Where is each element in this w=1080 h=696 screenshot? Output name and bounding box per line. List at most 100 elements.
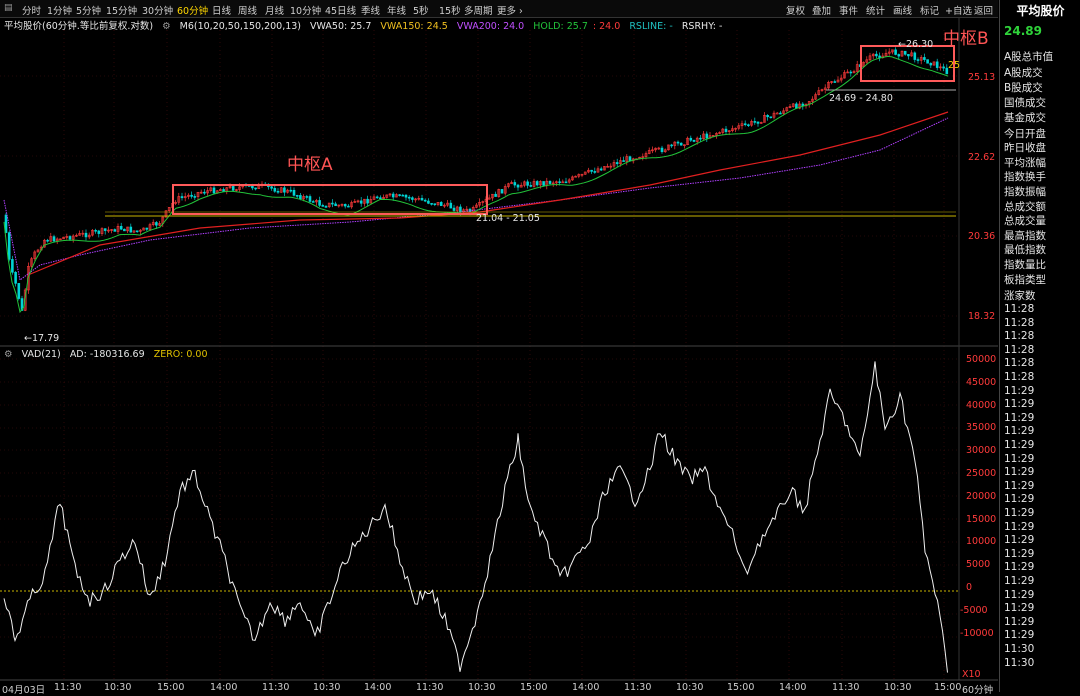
timeframe-tab[interactable]: 10分钟 xyxy=(290,3,321,17)
sidebar-item[interactable]: 国债成交 xyxy=(1004,95,1046,110)
sidebar-item[interactable]: 指数换手 xyxy=(1004,169,1046,184)
timeframe-tab[interactable]: 5分钟 xyxy=(76,3,101,17)
candle-body xyxy=(366,198,369,204)
toolbar-button[interactable]: 复权 xyxy=(786,3,805,17)
time-axis-label: 14:00 xyxy=(572,682,600,693)
timeframe-tab[interactable]: 周线 xyxy=(238,3,257,17)
tick-time: 11:29 xyxy=(1004,384,1035,397)
sidebar-item[interactable]: B股成交 xyxy=(1004,80,1043,95)
tick-time: 11:29 xyxy=(1004,411,1035,424)
timeframe-tab[interactable]: 5秒 xyxy=(413,3,429,17)
sidebar: 平均股价 24.89 A股总市值 A股成交 B股成交 国债成交 基金成交 今日开盘 昨日收盘… xyxy=(999,0,1080,692)
candle-body xyxy=(190,194,193,197)
zoom-label[interactable]: X10 xyxy=(962,669,981,680)
candle-body xyxy=(404,194,408,198)
candle-body xyxy=(299,195,302,200)
toolbar-button[interactable]: 画线 xyxy=(893,3,912,17)
timeframe-tab[interactable]: 15秒 xyxy=(439,3,461,17)
toolbar-button[interactable]: 标记 xyxy=(920,3,939,17)
vwa150-value: VWA150: 24.5 xyxy=(380,21,448,32)
candle-body xyxy=(97,230,101,234)
vad-axis-label: 15000 xyxy=(966,513,997,525)
grid-icon[interactable]: ▤ xyxy=(4,3,13,13)
candle-body xyxy=(599,168,603,171)
candle-body xyxy=(321,205,325,207)
sidebar-item[interactable]: 最高指数 xyxy=(1004,228,1046,243)
candle-body xyxy=(17,283,21,299)
candle-body xyxy=(689,137,693,141)
sidebar-item[interactable]: 昨日收盘 xyxy=(1004,140,1046,155)
candle-body xyxy=(849,71,853,74)
timeframe-tab[interactable]: 60分钟 xyxy=(177,3,208,17)
candle-body xyxy=(292,189,296,196)
sidebar-item[interactable]: 今日开盘 xyxy=(1004,126,1046,141)
candle-body xyxy=(84,232,88,238)
sidebar-item[interactable]: 指数振幅 xyxy=(1004,184,1046,199)
gear-icon[interactable]: ⚙ xyxy=(4,349,13,360)
chart-canvas[interactable] xyxy=(0,0,1080,692)
tick-time: 11:28 xyxy=(1004,357,1035,370)
timeframe-tab[interactable]: 45日线 xyxy=(325,3,356,17)
candle-body xyxy=(331,202,334,205)
sidebar-item[interactable]: 基金成交 xyxy=(1004,110,1046,125)
timeframe-tab[interactable]: 年线 xyxy=(387,3,406,17)
timeframe-tab[interactable]: 季线 xyxy=(361,3,380,17)
candle-body xyxy=(193,196,197,198)
candle-body xyxy=(926,59,929,64)
hold-value: HOLD: 25.7 xyxy=(533,21,588,32)
candle-body xyxy=(542,181,545,186)
candle-body xyxy=(295,195,299,197)
candle-body xyxy=(907,54,910,57)
candle-body xyxy=(459,206,462,213)
sidebar-item[interactable]: 平均涨幅 xyxy=(1004,155,1046,170)
price-label: 18.32 xyxy=(968,311,996,322)
candle-body xyxy=(430,203,433,205)
timeframe-tab[interactable]: 月线 xyxy=(265,3,284,17)
timeframe-tab[interactable]: 多周期 xyxy=(464,3,493,17)
timeframe-tab[interactable]: 1分钟 xyxy=(47,3,72,17)
sidebar-item[interactable]: A股总市值 xyxy=(1004,49,1053,64)
gear-icon[interactable]: ⚙ xyxy=(162,21,171,32)
rsrhy-value: RSRHY: - xyxy=(681,21,723,32)
sidebar-item[interactable]: 涨家数 xyxy=(1004,288,1036,303)
time-axis-label: 11:30 xyxy=(262,682,290,693)
timeframe-tab[interactable]: 日线 xyxy=(212,3,231,17)
sidebar-item[interactable]: 总成交量 xyxy=(1004,213,1046,228)
timeframe-tab[interactable]: 30分钟 xyxy=(142,3,173,17)
sidebar-item[interactable]: 板指类型 xyxy=(1004,272,1046,287)
price-label: 22.62 xyxy=(968,152,996,163)
toolbar-button[interactable]: 统计 xyxy=(866,3,885,17)
candle-body xyxy=(343,204,347,207)
tick-time: 11:29 xyxy=(1004,398,1035,411)
sidebar-item[interactable]: A股成交 xyxy=(1004,65,1043,80)
candle-body xyxy=(452,207,456,211)
time-axis-label: 15:00 xyxy=(727,682,755,693)
candle-body xyxy=(7,232,11,260)
toolbar-button[interactable]: 叠加 xyxy=(812,3,831,17)
vad-axis-label: 45000 xyxy=(966,376,997,388)
sidebar-item[interactable]: 最低指数 xyxy=(1004,242,1046,257)
candle-body xyxy=(420,197,424,201)
candle-body xyxy=(615,162,619,165)
candle-body xyxy=(692,139,696,142)
tick-time: 11:29 xyxy=(1004,479,1035,492)
timeframe-tab[interactable]: 15分钟 xyxy=(106,3,137,17)
candle-body xyxy=(423,199,427,202)
tick-time: 11:29 xyxy=(1004,493,1035,506)
candle-body xyxy=(68,236,72,240)
toolbar-button[interactable]: 返回 xyxy=(974,3,993,17)
timeframe-tab[interactable]: 分时 xyxy=(22,3,41,17)
timeframe-tab[interactable]: 更多 › xyxy=(497,3,523,17)
toolbar-button[interactable]: 事件 xyxy=(839,3,858,17)
tick-time: 11:29 xyxy=(1004,507,1035,519)
sidebar-item[interactable]: 指数量比 xyxy=(1004,257,1046,272)
toolbar-button[interactable]: +自选 xyxy=(945,3,972,17)
candle-body xyxy=(155,222,158,226)
candle-body xyxy=(129,226,133,233)
time-axis-label: 10:30 xyxy=(468,682,496,693)
candle-body xyxy=(308,196,312,202)
sidebar-item[interactable]: 总成交额 xyxy=(1004,199,1046,214)
low-value: 17.79 xyxy=(31,333,60,344)
candle-body xyxy=(923,57,926,60)
candle-body xyxy=(359,200,363,204)
